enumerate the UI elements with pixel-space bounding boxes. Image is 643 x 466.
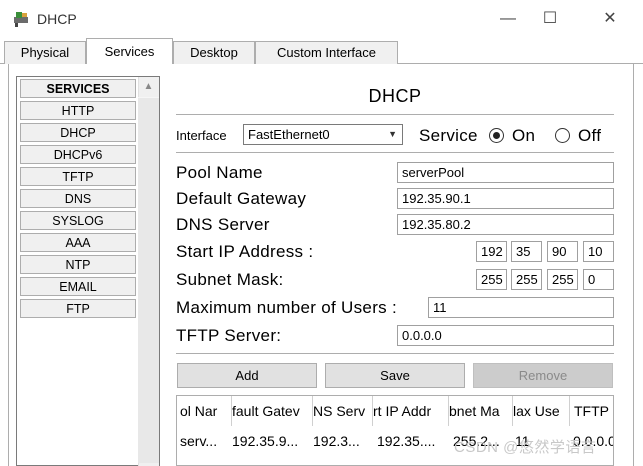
table-header-tftp[interactable]: TFTP [574, 396, 613, 426]
interface-label: Interface [176, 128, 227, 143]
save-button[interactable]: Save [325, 363, 465, 388]
divider-buttons [176, 353, 614, 354]
interface-select[interactable]: FastEthernet0 ▼ [243, 124, 403, 145]
sidebar-item-syslog[interactable]: SYSLOG [20, 211, 136, 230]
sidebar-item-dns[interactable]: DNS [20, 189, 136, 208]
sidebar-item-dhcp[interactable]: DHCP [20, 123, 136, 142]
sidebar-item-aaa[interactable]: AAA [20, 233, 136, 252]
dns-server-input[interactable]: 192.35.80.2 [397, 214, 614, 235]
tab-desktop[interactable]: Desktop [173, 41, 255, 64]
minimize-button[interactable]: — [488, 6, 528, 32]
table-header-pool-name[interactable]: ol Nar [180, 396, 232, 426]
start-ip-octet-1[interactable]: 192 [476, 241, 507, 262]
start-ip-octet-3[interactable]: 90 [547, 241, 578, 262]
sidebar-item-ftp[interactable]: FTP [20, 299, 136, 318]
table-cell: 192.3... [313, 433, 360, 449]
table-cell: serv... [180, 433, 218, 449]
divider-top [176, 114, 614, 115]
table-header-default-gateway[interactable]: fault Gatev [232, 396, 313, 426]
remove-button[interactable]: Remove [473, 363, 613, 388]
subnet-mask-octet-3[interactable]: 255 [547, 269, 578, 290]
divider-interface [176, 152, 614, 153]
service-on-label: On [512, 126, 536, 145]
window-title: DHCP [37, 11, 77, 27]
add-button[interactable]: Add [177, 363, 317, 388]
service-on-radio[interactable] [489, 128, 504, 143]
subnet-mask-octet-4[interactable]: 0 [583, 269, 614, 290]
service-off-label: Off [578, 126, 602, 145]
radio-selected-dot [493, 132, 500, 139]
table-header-max-users[interactable]: lax Use [513, 396, 570, 426]
maximize-button[interactable]: ☐ [530, 6, 570, 32]
service-off-radio[interactable] [555, 128, 570, 143]
table-header-subnet-mask[interactable]: bnet Ma [449, 396, 513, 426]
sidebar-item-dhcpv6[interactable]: DHCPv6 [20, 145, 136, 164]
table-header-start-ip[interactable]: rt IP Addr [373, 396, 449, 426]
max-users-input[interactable]: 11 [428, 297, 614, 318]
max-users-label: Maximum number of Users : [176, 298, 397, 317]
sidebar-header: SERVICES [20, 79, 136, 98]
service-label: Service [419, 126, 478, 145]
pool-name-input[interactable]: serverPool [397, 162, 614, 183]
tab-physical[interactable]: Physical [4, 41, 86, 64]
pool-name-label: Pool Name [176, 163, 263, 182]
subnet-mask-label: Subnet Mask: [176, 270, 284, 289]
interface-select-value: FastEthernet0 [248, 127, 330, 142]
start-ip-octet-4[interactable]: 10 [583, 241, 614, 262]
subnet-mask-octet-1[interactable]: 255 [476, 269, 507, 290]
tftp-server-label: TFTP Server: [176, 326, 282, 345]
close-button[interactable]: ✕ [590, 6, 630, 32]
packet-tracer-app-icon [12, 10, 32, 28]
tab-services[interactable]: Services [86, 38, 173, 65]
sidebar-item-tftp[interactable]: TFTP [20, 167, 136, 186]
start-ip-octet-2[interactable]: 35 [511, 241, 542, 262]
dns-server-label: DNS Server [176, 215, 270, 234]
sidebar-item-http[interactable]: HTTP [20, 101, 136, 120]
scroll-up-arrow-icon[interactable]: ▲ [138, 77, 159, 97]
tab-custom-interface[interactable]: Custom Interface [255, 41, 398, 64]
table-cell: 192.35.... [377, 433, 436, 449]
sidebar-scroll-track[interactable] [138, 97, 159, 463]
table-header-dns-server[interactable]: NS Serv [313, 396, 373, 426]
default-gateway-label: Default Gateway [176, 189, 307, 208]
sidebar-item-email[interactable]: EMAIL [20, 277, 136, 296]
watermark: CSDN @悠然学语言 [454, 439, 597, 456]
chevron-down-icon: ▼ [388, 129, 397, 139]
start-ip-label: Start IP Address : [176, 242, 314, 261]
subnet-mask-octet-2[interactable]: 255 [511, 269, 542, 290]
tftp-server-input[interactable]: 0.0.0.0 [397, 325, 614, 346]
default-gateway-input[interactable]: 192.35.90.1 [397, 188, 614, 209]
page-title: DHCP [368, 86, 422, 106]
sidebar-item-ntp[interactable]: NTP [20, 255, 136, 274]
table-cell: 192.35.9... [232, 433, 299, 449]
